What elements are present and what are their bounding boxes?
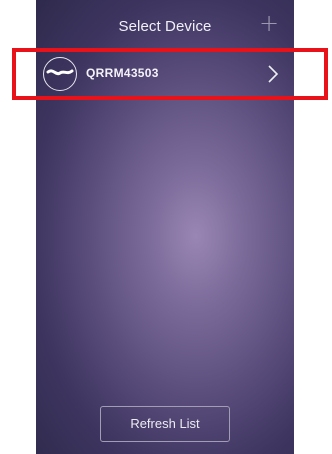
refresh-list-button[interactable]: Refresh List	[100, 406, 230, 442]
page-title: Select Device	[118, 18, 212, 35]
highlight-box	[12, 48, 328, 100]
add-device-button[interactable]: +	[258, 9, 280, 37]
plus-icon: +	[258, 9, 280, 37]
